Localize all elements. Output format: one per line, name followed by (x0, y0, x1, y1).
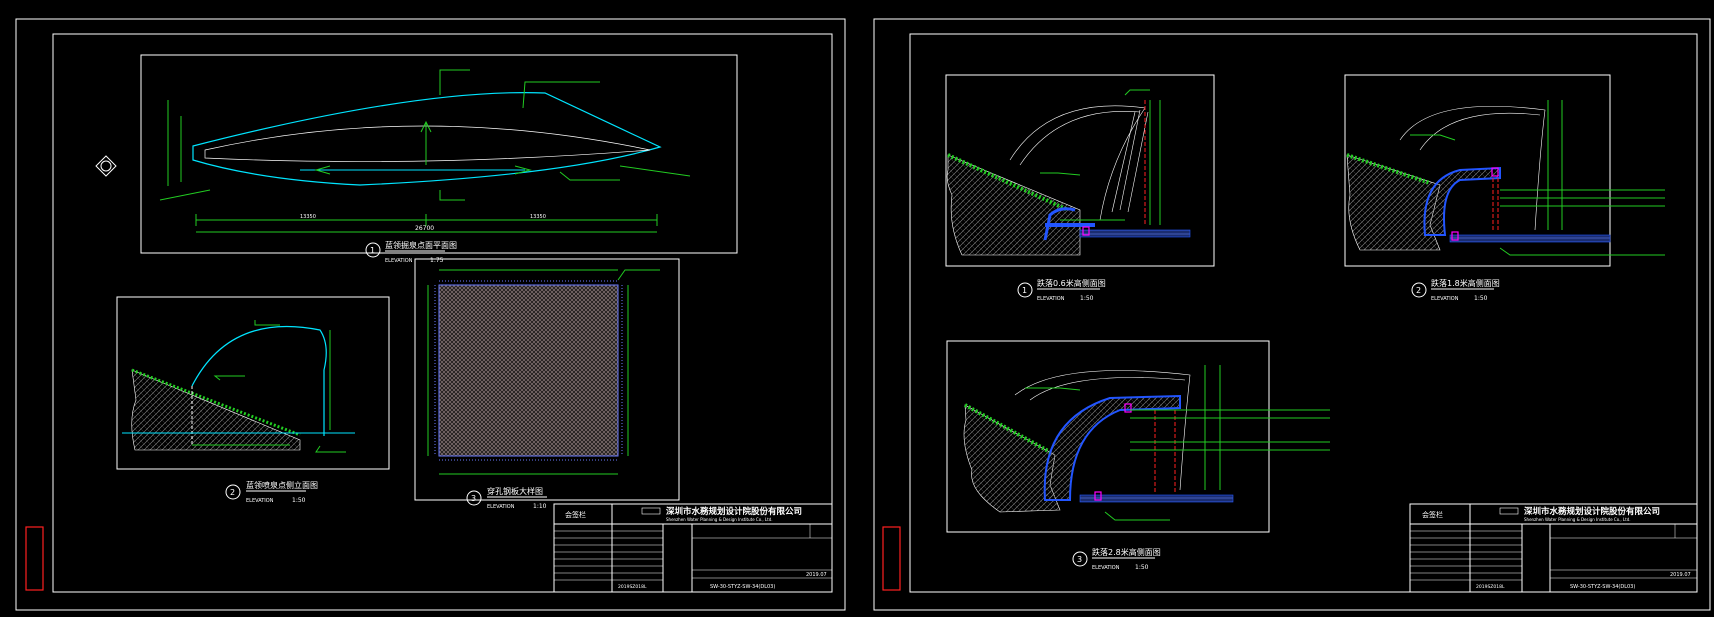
tb-right-company-cn: 深圳市水務规划设计院股份有限公司 (1524, 506, 1660, 517)
view-1-scale: 1:75 (430, 257, 444, 264)
view-3-number: 3 (471, 494, 476, 503)
cad-viewer-canvas[interactable]: 26700 13350 13350 1 蓝领掘泉点面平面图 ELEVATION … (0, 0, 1714, 613)
title-block-left: 会签栏 深圳市水務规划设计院股份有限公司 Shenzhen Water Plan… (553, 503, 833, 593)
view-2-elevation: ELEVATION (246, 498, 274, 504)
view-r2-elevation: ELEVATION (1431, 296, 1459, 302)
view-r3-elevation: ELEVATION (1092, 565, 1120, 571)
view-2-scale: 1:50 (292, 497, 306, 504)
binding-margin-marker (25, 526, 44, 591)
view-r2-number: 2 (1416, 286, 1421, 295)
view-1-title: 蓝领掘泉点面平面图 (385, 240, 457, 250)
view-r2-drop-1-8m (1344, 74, 1665, 267)
view-3-elevation: ELEVATION (487, 504, 515, 510)
view-2-number: 2 (230, 488, 235, 497)
tb-left-company-cn: 深圳市水務规划设计院股份有限公司 (666, 506, 802, 517)
tb-left-header: 会签栏 (565, 510, 586, 519)
view-r3-number: 3 (1077, 555, 1082, 564)
view-1-elevation: ELEVATION (385, 258, 413, 264)
tb-left-code: 2019SZ018L (618, 584, 647, 590)
view-1-number: 1 (370, 246, 375, 255)
view-2-label: 2 蓝领喷泉点侧立面图 ELEVATION 1:50 (225, 480, 318, 504)
company-logo-icon (641, 507, 661, 515)
dim-right-half: 13350 (530, 214, 546, 220)
view-r3-drop-2-8m (946, 340, 1330, 533)
tb-right-drawing-no: SW-30-STYZ-SW-34(DL03) (1570, 584, 1635, 590)
view-r3-scale: 1:50 (1135, 564, 1149, 571)
dim-left-half: 13350 (300, 214, 316, 220)
tb-right-code: 2019SZ018L (1476, 584, 1505, 590)
tb-left-drawing-no: SW-30-STYZ-SW-34(DL03) (710, 584, 775, 590)
dim-overall: 26700 (415, 225, 434, 232)
north-arrow-icon (95, 155, 117, 177)
view-2-title: 蓝领喷泉点侧立面图 (246, 480, 318, 490)
view-1-plan: 26700 13350 13350 (140, 54, 738, 254)
view-3-title: 穿孔钢板大样图 (487, 486, 543, 496)
view-3-label: 3 穿孔钢板大样图 ELEVATION 1:10 (466, 486, 547, 510)
view-r1-scale: 1:50 (1080, 295, 1094, 302)
view-3-perforated-plate (414, 258, 680, 501)
view-r1-label: 1 跌落0.6米高侧面图 ELEVATION 1:50 (1017, 278, 1106, 302)
binding-margin-marker (882, 526, 901, 591)
tb-right-date: 2019.07 (1670, 572, 1691, 578)
view-r3-label: 3 跌落2.8米高侧面图 ELEVATION 1:50 (1072, 547, 1161, 571)
view-r2-scale: 1:50 (1474, 295, 1488, 302)
view-r1-drop-0-6m (945, 74, 1215, 267)
view-r2-title: 跌落1.8米高侧面图 (1431, 278, 1500, 288)
view-3-scale: 1:10 (533, 503, 547, 510)
tb-right-company-en: Shenzhen Water Planning & Design Institu… (1524, 517, 1631, 522)
company-logo-icon (1499, 507, 1519, 515)
view-r3-title: 跌落2.8米高侧面图 (1092, 547, 1161, 557)
view-r1-elevation: ELEVATION (1037, 296, 1065, 302)
sheet-right: 1 跌落0.6米高侧面图 ELEVATION 1:50 2 跌落1.8米高侧面图… (873, 18, 1711, 611)
sheet-left: 26700 13350 13350 1 蓝领掘泉点面平面图 ELEVATION … (15, 18, 846, 611)
view-r1-number: 1 (1022, 286, 1027, 295)
view-2-side-elevation (116, 296, 390, 470)
view-r1-title: 跌落0.6米高侧面图 (1037, 278, 1106, 288)
view-1-label: 1 蓝领掘泉点面平面图 ELEVATION 1:75 (365, 240, 457, 264)
title-block-right: 会签栏 深圳市水務规划设计院股份有限公司 Shenzhen Water Plan… (1409, 503, 1698, 593)
tb-left-company-en: Shenzhen Water Planning & Design Institu… (666, 517, 773, 522)
tb-left-date: 2019.07 (806, 572, 827, 578)
tb-right-header: 会签栏 (1422, 510, 1443, 519)
view-r2-label: 2 跌落1.8米高侧面图 ELEVATION 1:50 (1411, 278, 1500, 302)
